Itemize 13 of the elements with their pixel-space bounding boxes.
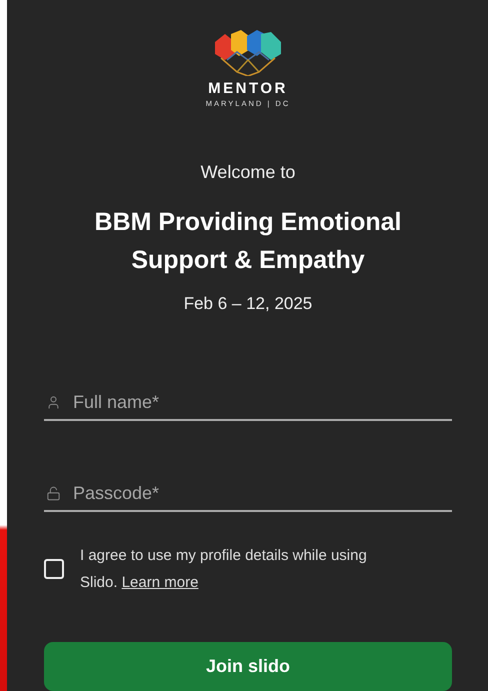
join-button[interactable]: Join slido bbox=[44, 642, 452, 691]
consent-text: I agree to use my profile details while using Slido. Learn more bbox=[80, 546, 368, 593]
passcode-field[interactable]: Passcode* bbox=[73, 483, 450, 504]
event-date: Feb 6 – 12, 2025 bbox=[184, 293, 312, 315]
lock-icon bbox=[46, 486, 61, 501]
user-icon bbox=[46, 395, 61, 410]
brand-name: MENTOR bbox=[208, 80, 288, 97]
learn-more-link[interactable]: Learn more bbox=[122, 574, 198, 591]
welcome-text: Welcome to bbox=[200, 161, 296, 183]
cube-heart-icon bbox=[215, 30, 281, 76]
event-title: BBM Providing Emotional Support & Empathy bbox=[94, 207, 402, 276]
name-field[interactable]: Full name* bbox=[73, 392, 450, 413]
consent-checkbox[interactable] bbox=[44, 559, 64, 579]
